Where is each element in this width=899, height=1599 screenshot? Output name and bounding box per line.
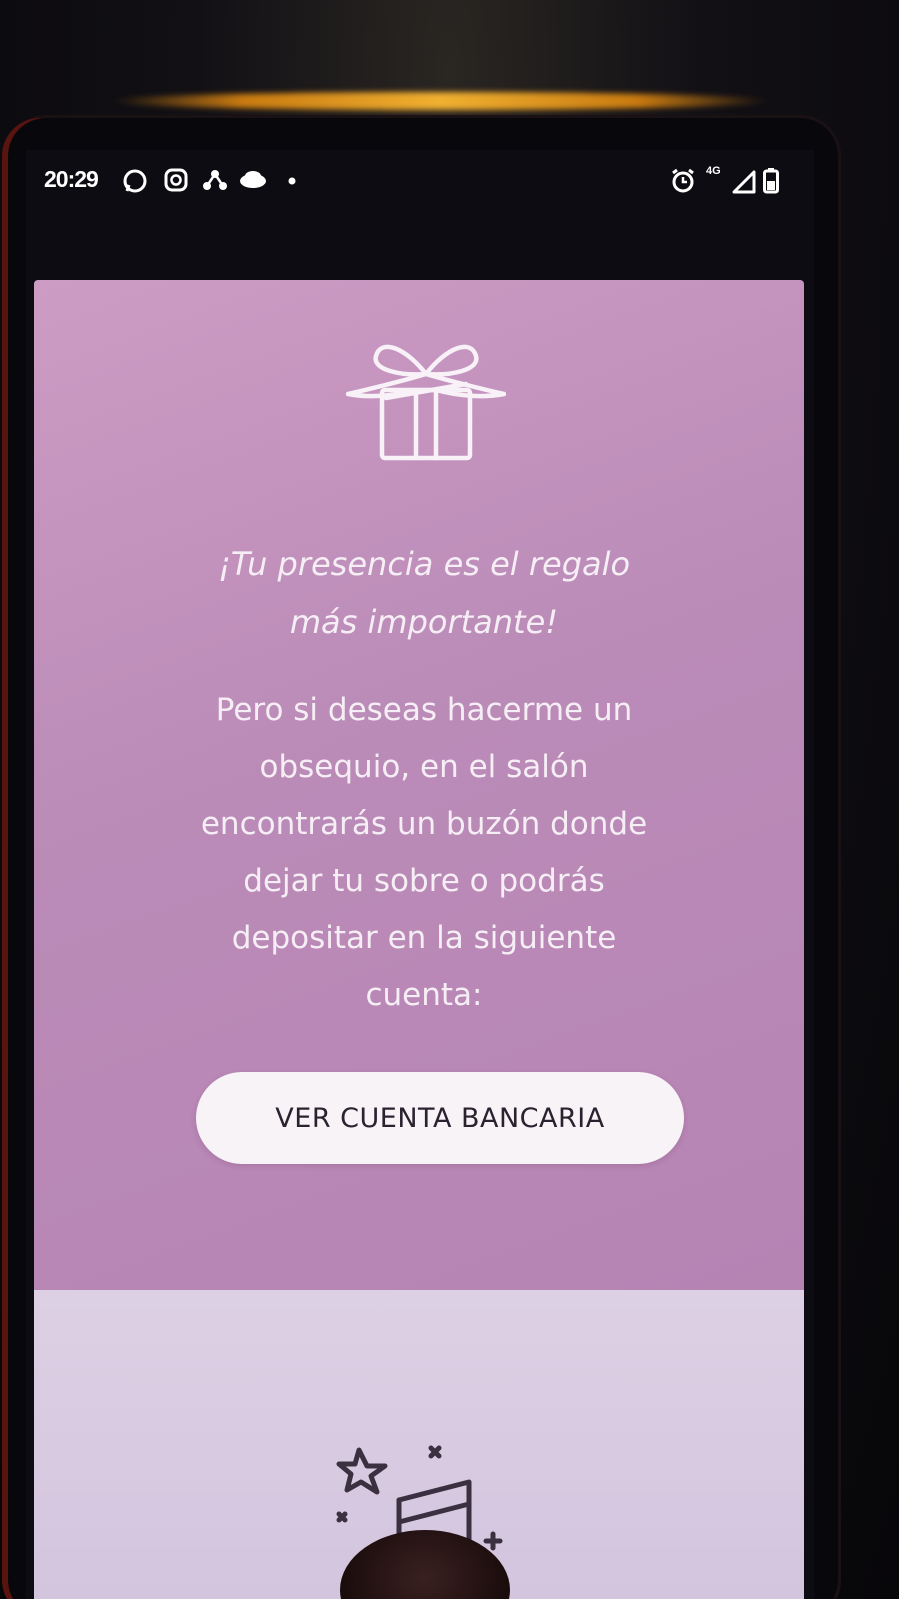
dot-icon <box>288 177 296 185</box>
link-icon <box>203 170 227 190</box>
body-line-6: cuenta: <box>365 977 483 1013</box>
gift-icon <box>346 344 506 461</box>
body-line-1: Pero si deseas hacerme un <box>215 692 633 728</box>
status-time: 20:29 <box>44 166 99 192</box>
status-bar: 20:29 4G <box>26 150 814 220</box>
gift-description: Pero si deseas hacerme un obsequio, en e… <box>154 682 694 1024</box>
4g-icon: 4G <box>706 165 721 177</box>
signal-icon <box>732 170 756 194</box>
body-line-4: dejar tu sobre o podrás <box>243 863 605 899</box>
gift-card-section: ¡Tu presencia es el regalo más important… <box>34 280 804 1290</box>
alarm-icon <box>672 168 694 193</box>
headline-line-1: ¡Tu presencia es el regalo <box>217 545 631 583</box>
instagram-icon <box>164 168 188 192</box>
body-line-3: encontrarás un buzón donde <box>200 806 648 842</box>
body-line-5: depositar en la siguiente <box>231 920 617 956</box>
battery-icon <box>763 168 779 194</box>
body-line-2: obsequio, en el salón <box>259 749 589 785</box>
phone-screen: 20:29 4G ¡Tu presencia es el regalo más … <box>26 150 814 1599</box>
light-glare <box>110 92 770 110</box>
headline-line-2: más importante! <box>289 603 559 641</box>
view-bank-account-button[interactable]: VER CUENTA BANCARIA <box>196 1072 684 1164</box>
cloud-icon <box>240 171 266 188</box>
whatsapp-icon <box>123 169 147 193</box>
gift-headline: ¡Tu presencia es el regalo más important… <box>134 535 714 651</box>
photo-scene: 20:29 4G ¡Tu presencia es el regalo más … <box>0 0 899 1599</box>
